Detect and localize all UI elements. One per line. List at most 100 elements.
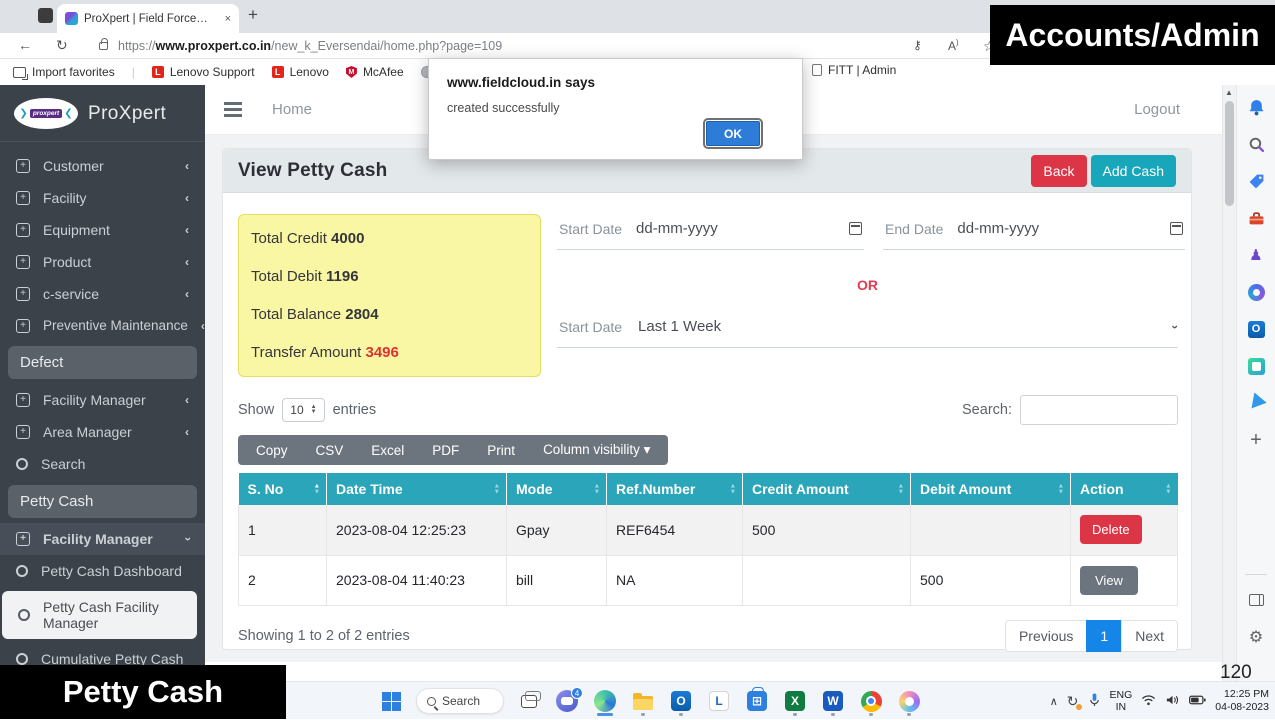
battery-icon[interactable]: [1189, 695, 1206, 708]
volume-icon[interactable]: [1165, 694, 1180, 709]
bookmark-mcafee[interactable]: MMcAfee: [346, 65, 404, 79]
sidebar-item-c-service[interactable]: +c-service‹: [0, 278, 205, 310]
page-scrollbar[interactable]: ▲: [1222, 85, 1236, 681]
previous-page-button[interactable]: Previous: [1005, 620, 1087, 652]
notifications-bell-icon[interactable]: [1239, 90, 1273, 124]
url-text[interactable]: https://www.proxpert.co.in/new_k_Eversen…: [118, 39, 502, 53]
sidebar-item-search[interactable]: Search: [0, 448, 205, 480]
edge-button[interactable]: [592, 685, 618, 717]
ok-button[interactable]: OK: [706, 121, 760, 146]
delete-button[interactable]: Delete: [1080, 515, 1142, 544]
outlook-button[interactable]: O: [668, 685, 694, 717]
column-header-credit[interactable]: Credit Amount▲▼: [743, 473, 911, 505]
clock[interactable]: 12:25 PM04-08-2023: [1215, 688, 1269, 714]
csv-button[interactable]: CSV: [302, 435, 358, 465]
paint-button[interactable]: [896, 685, 922, 717]
word-button[interactable]: W: [820, 685, 846, 717]
file-explorer-button[interactable]: [630, 685, 656, 717]
teams-chat-button[interactable]: 4: [554, 685, 580, 717]
bookmark-lenovo-support[interactable]: LLenovo Support: [152, 65, 255, 79]
chrome-button[interactable]: [858, 685, 884, 717]
sidebar-item-cumulative-petty-cash[interactable]: Cumulative Petty Cash: [0, 643, 205, 665]
nav-logout-link[interactable]: Logout: [1134, 101, 1180, 118]
back-icon[interactable]: ←: [18, 37, 32, 53]
column-header-action[interactable]: Action▲▼: [1071, 473, 1178, 505]
page-1-button[interactable]: 1: [1086, 620, 1122, 652]
designer-image-icon[interactable]: [1239, 349, 1273, 383]
microsoft-365-icon[interactable]: [1239, 275, 1273, 309]
settings-gear-icon[interactable]: ⚙: [1239, 620, 1273, 654]
scrollbar-thumb[interactable]: [1225, 101, 1234, 206]
browser-tab[interactable]: ProXpert | Field Force Automation ×: [57, 4, 239, 33]
bookmark-lenovo[interactable]: LLenovo: [272, 65, 329, 79]
lenovo-vantage-button[interactable]: L: [706, 685, 732, 717]
read-aloud-icon[interactable]: A): [948, 38, 959, 53]
hidden-icons-chevron[interactable]: ∧: [1050, 695, 1058, 708]
task-view-button[interactable]: [516, 685, 542, 717]
column-header-sno[interactable]: S. No▲▼: [239, 473, 327, 505]
sidebar-item-facility-manager-expanded[interactable]: +Facility Manager‹: [0, 523, 205, 555]
chevron-down-icon: ‹: [1167, 325, 1181, 329]
sidebar-section-defect[interactable]: Defect: [8, 346, 197, 379]
scroll-up-arrow-icon[interactable]: ▲: [1225, 88, 1233, 97]
sidebar-section-petty-cash[interactable]: Petty Cash: [8, 485, 197, 518]
end-date-input[interactable]: [957, 220, 1156, 237]
start-date-input[interactable]: [636, 220, 835, 237]
sidebar-item-petty-cash-dashboard[interactable]: Petty Cash Dashboard: [0, 555, 205, 587]
sidebar-item-customer[interactable]: +Customer‹: [0, 150, 205, 182]
refresh-icon[interactable]: ↻: [56, 37, 68, 54]
page-length-select[interactable]: 10▲▼: [282, 398, 324, 422]
sidebar-item-area-manager[interactable]: +Area Manager‹: [0, 416, 205, 448]
new-tab-button[interactable]: +: [248, 5, 258, 25]
sidebar-item-facility[interactable]: +Facility‹: [0, 182, 205, 214]
hamburger-menu-icon[interactable]: [224, 102, 242, 105]
toolbox-icon[interactable]: [1239, 201, 1273, 235]
sync-status-icon[interactable]: ↻: [1067, 693, 1079, 710]
view-button[interactable]: View: [1080, 566, 1138, 595]
sidebar-item-facility-manager[interactable]: +Facility Manager‹: [0, 384, 205, 416]
sidebar-item-petty-cash-facility-manager[interactable]: Petty Cash Facility Manager: [2, 591, 197, 639]
date-range-select[interactable]: Start Date Last 1 Week ‹: [557, 314, 1178, 348]
print-button[interactable]: Print: [473, 435, 529, 465]
games-chess-icon[interactable]: ♟: [1239, 238, 1273, 272]
shopping-tag-icon[interactable]: [1239, 164, 1273, 198]
tab-actions-icon[interactable]: [38, 8, 53, 23]
start-button[interactable]: [378, 685, 404, 717]
outlook-icon[interactable]: O: [1239, 312, 1273, 346]
bookmark-import-favorites[interactable]: Import favorites: [13, 65, 115, 79]
microphone-icon[interactable]: [1088, 692, 1101, 710]
add-sidebar-item-icon[interactable]: +: [1239, 423, 1273, 457]
column-header-debit[interactable]: Debit Amount▲▼: [911, 473, 1071, 505]
bookmark-fitt-admin[interactable]: FITT | Admin: [812, 63, 896, 77]
nav-home-link[interactable]: Home: [272, 101, 312, 118]
sidebar-item-product[interactable]: +Product‹: [0, 246, 205, 278]
taskbar-search[interactable]: Search: [416, 688, 504, 714]
column-header-mode[interactable]: Mode▲▼: [507, 473, 607, 505]
copy-button[interactable]: Copy: [242, 435, 302, 465]
back-button[interactable]: Back: [1031, 155, 1086, 187]
column-header-refnumber[interactable]: Ref.Number▲▼: [607, 473, 743, 505]
calendar-icon[interactable]: [1170, 222, 1183, 235]
next-page-button[interactable]: Next: [1121, 620, 1178, 652]
column-visibility-button[interactable]: Column visibility ▾: [529, 435, 664, 465]
cell-mode: Gpay: [507, 505, 607, 555]
excel-button[interactable]: Excel: [357, 435, 418, 465]
pdf-button[interactable]: PDF: [418, 435, 473, 465]
wifi-icon[interactable]: [1141, 694, 1156, 709]
language-indicator[interactable]: ENGIN: [1110, 689, 1133, 713]
microsoft-store-button[interactable]: ⊞: [744, 685, 770, 717]
lock-icon[interactable]: [99, 42, 108, 50]
password-key-icon[interactable]: ⚷: [913, 38, 922, 52]
search-icon[interactable]: [1239, 127, 1273, 161]
chevron-left-icon: ‹: [185, 223, 189, 237]
sidebar-panel-icon[interactable]: [1239, 583, 1273, 617]
drop-kite-icon[interactable]: [1239, 386, 1273, 420]
tab-close-icon[interactable]: ×: [225, 13, 231, 25]
add-cash-button[interactable]: Add Cash: [1091, 155, 1176, 187]
table-search-input[interactable]: [1020, 395, 1178, 425]
sidebar-item-equipment[interactable]: +Equipment‹: [0, 214, 205, 246]
column-header-datetime[interactable]: Date Time▲▼: [327, 473, 507, 505]
calendar-icon[interactable]: [849, 222, 862, 235]
sidebar-item-preventive-maintenance[interactable]: +Preventive Maintenance‹: [0, 310, 205, 341]
excel-button[interactable]: X: [782, 685, 808, 717]
